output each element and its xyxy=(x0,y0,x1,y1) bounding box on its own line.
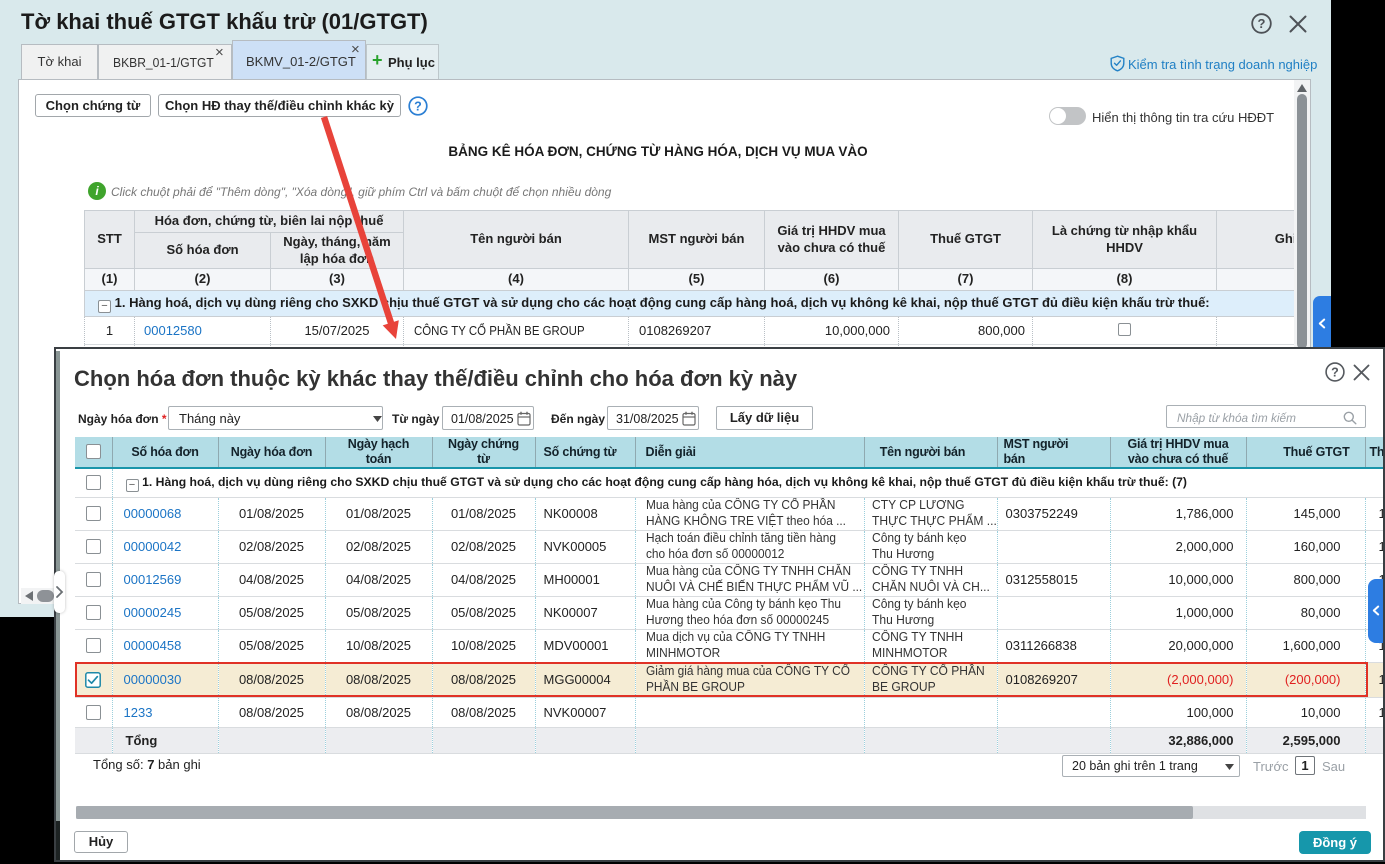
svg-text:?: ? xyxy=(414,100,422,114)
svg-text:?: ? xyxy=(1258,16,1266,31)
svg-text:?: ? xyxy=(1331,366,1339,380)
